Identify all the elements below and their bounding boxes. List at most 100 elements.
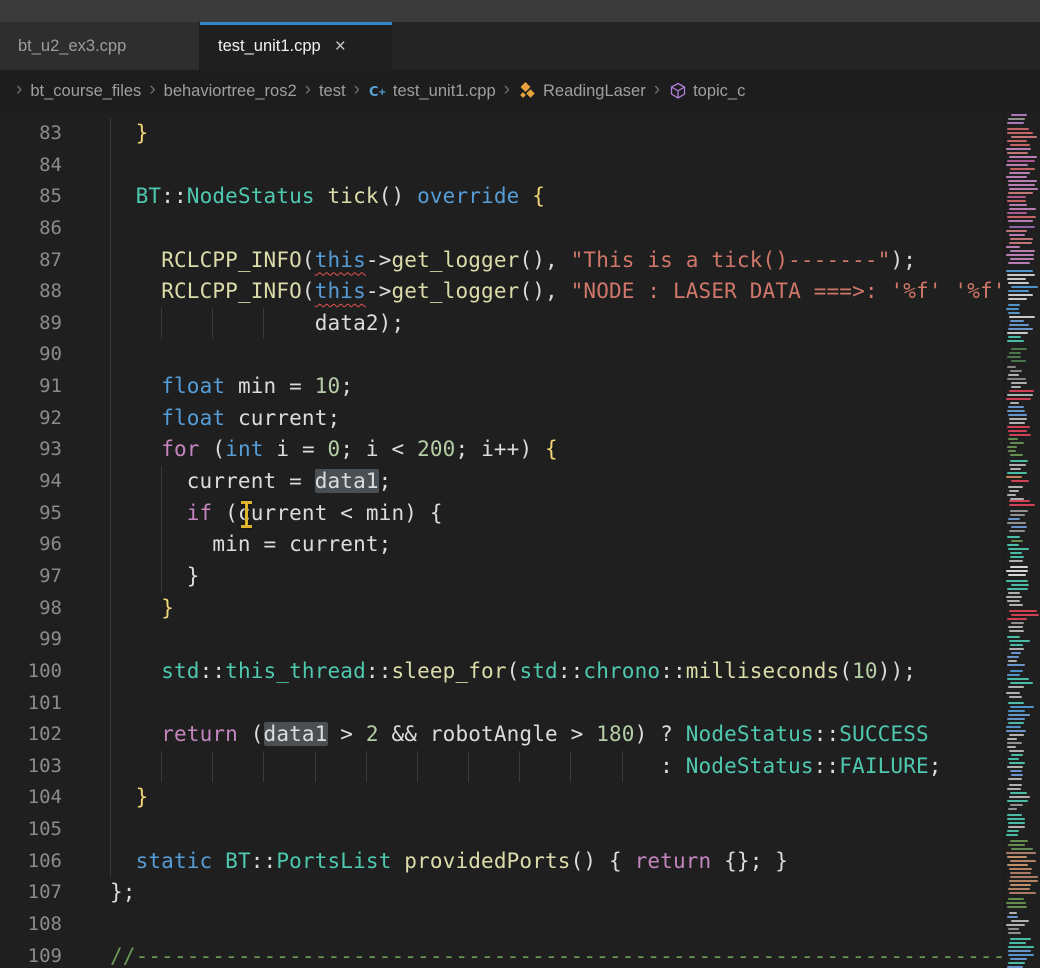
minimap-row: [1011, 114, 1027, 116]
line-number[interactable]: 102: [0, 719, 78, 751]
breadcrumb-item-readinglaser[interactable]: ReadingLaser: [518, 82, 646, 101]
code-line[interactable]: [110, 909, 1005, 941]
code-line[interactable]: min = current;: [110, 529, 1005, 561]
indent-guide: [110, 624, 111, 656]
line-number[interactable]: 104: [0, 782, 78, 814]
minimap-row: [1008, 118, 1025, 120]
breadcrumb-item-test-unit1[interactable]: C+ test_unit1.cpp: [368, 82, 496, 101]
line-number[interactable]: 109: [0, 941, 78, 968]
code-token: ->: [366, 248, 392, 272]
indent-guide: [263, 751, 264, 783]
code-token: BT: [136, 184, 162, 208]
code-line[interactable]: current = data1;: [110, 466, 1005, 498]
minimap-row: [1007, 132, 1033, 134]
line-number[interactable]: 91: [0, 371, 78, 403]
code-line[interactable]: [110, 339, 1005, 371]
minimap-row: [1010, 370, 1022, 372]
chevron-right-icon: ›: [654, 79, 660, 101]
code-line[interactable]: if (current < min) {: [110, 498, 1005, 530]
code-token: ::: [558, 659, 584, 683]
code-line[interactable]: [110, 150, 1005, 182]
breadcrumb-item-bt-course-files[interactable]: bt_course_files: [30, 82, 141, 101]
breadcrumb-item-behaviortree-ros2[interactable]: behaviortree_ros2: [164, 82, 297, 101]
code-line[interactable]: }: [110, 782, 1005, 814]
code-line[interactable]: [110, 688, 1005, 720]
indent-guide: [622, 751, 623, 783]
code-token: [110, 722, 161, 746]
minimap-row: [1008, 518, 1020, 520]
minimap-row: [1009, 422, 1024, 424]
breadcrumb-item-test[interactable]: test: [319, 82, 346, 101]
line-number[interactable]: 98: [0, 593, 78, 625]
code-line[interactable]: //--------------------------------------…: [110, 941, 1005, 968]
minimap-row: [1010, 706, 1034, 708]
minimap[interactable]: [1004, 112, 1040, 968]
tab-bt-u2-ex3[interactable]: bt_u2_ex3.cpp: [0, 22, 200, 70]
close-icon[interactable]: ×: [335, 37, 346, 56]
code-line[interactable]: }: [110, 593, 1005, 625]
minimap-row: [1008, 932, 1021, 934]
line-number[interactable]: 88: [0, 276, 78, 308]
code-token: std: [161, 659, 199, 683]
code-line[interactable]: [110, 213, 1005, 245]
minimap-row: [1007, 410, 1025, 412]
chevron-right-icon: ›: [354, 79, 360, 101]
code-line[interactable]: data2);: [110, 308, 1005, 340]
code-token: override: [417, 184, 519, 208]
line-number[interactable]: 86: [0, 213, 78, 245]
minimap-row: [1010, 884, 1031, 886]
code-token: tick: [328, 184, 379, 208]
code-line[interactable]: float min = 10;: [110, 371, 1005, 403]
line-number[interactable]: 85: [0, 181, 78, 213]
line-number[interactable]: 95: [0, 498, 78, 530]
minimap-row: [1008, 808, 1017, 810]
line-number[interactable]: 96: [0, 529, 78, 561]
line-number[interactable]: 94: [0, 466, 78, 498]
code-line[interactable]: for (int i = 0; i < 200; i++) {: [110, 434, 1005, 466]
code-area[interactable]: } BT::NodeStatus tick() override { RCLCP…: [78, 112, 1005, 968]
code-line[interactable]: [110, 624, 1005, 656]
line-number[interactable]: 92: [0, 403, 78, 435]
line-number[interactable]: 106: [0, 846, 78, 878]
line-number[interactable]: 105: [0, 814, 78, 846]
line-number[interactable]: 97: [0, 561, 78, 593]
minimap-row: [1007, 536, 1020, 538]
line-number[interactable]: 108: [0, 909, 78, 941]
code-line[interactable]: std::this_thread::sleep_for(std::chrono:…: [110, 656, 1005, 688]
line-number[interactable]: 93: [0, 434, 78, 466]
code-line[interactable]: : NodeStatus::FAILURE;: [110, 751, 1005, 783]
code-line[interactable]: float current;: [110, 403, 1005, 435]
line-number-gutter[interactable]: 8384858687888990919293949596979899100101…: [0, 112, 78, 968]
line-number[interactable]: 100: [0, 656, 78, 688]
code-line[interactable]: return (data1 > 2 && robotAngle > 180) ?…: [110, 719, 1005, 751]
breadcrumb-item-topic[interactable]: topic_c: [668, 82, 745, 101]
code-line[interactable]: BT::NodeStatus tick() override {: [110, 181, 1005, 213]
code-line[interactable]: static BT::PortsList providedPorts() { r…: [110, 846, 1005, 878]
line-number[interactable]: 101: [0, 688, 78, 720]
line-number[interactable]: 107: [0, 877, 78, 909]
line-number[interactable]: 103: [0, 751, 78, 783]
code-token: (): [379, 184, 417, 208]
minimap-row: [1011, 136, 1037, 138]
line-number[interactable]: 87: [0, 245, 78, 277]
minimap-row: [1010, 644, 1024, 646]
line-number[interactable]: 99: [0, 624, 78, 656]
line-number[interactable]: 89: [0, 308, 78, 340]
tab-test-unit1[interactable]: test_unit1.cpp ×: [200, 22, 392, 70]
code-line[interactable]: }: [110, 118, 1005, 150]
minimap-row: [1007, 674, 1021, 676]
code-line[interactable]: }: [110, 561, 1005, 593]
code-token: milliseconds: [686, 659, 840, 683]
code-line[interactable]: RCLCPP_INFO(this->get_logger(), "NODE : …: [110, 276, 1005, 308]
code-line[interactable]: [110, 814, 1005, 846]
code-line[interactable]: };: [110, 877, 1005, 909]
line-number[interactable]: 84: [0, 150, 78, 182]
minimap-row: [1011, 614, 1039, 616]
line-number[interactable]: 90: [0, 339, 78, 371]
code-line[interactable]: RCLCPP_INFO(this->get_logger(), "This is…: [110, 245, 1005, 277]
code-editor[interactable]: 8384858687888990919293949596979899100101…: [0, 112, 1040, 968]
line-number[interactable]: 83: [0, 118, 78, 150]
minimap-row: [1008, 962, 1024, 964]
minimap-row: [1010, 514, 1025, 516]
window-title-bar: [0, 0, 1040, 22]
